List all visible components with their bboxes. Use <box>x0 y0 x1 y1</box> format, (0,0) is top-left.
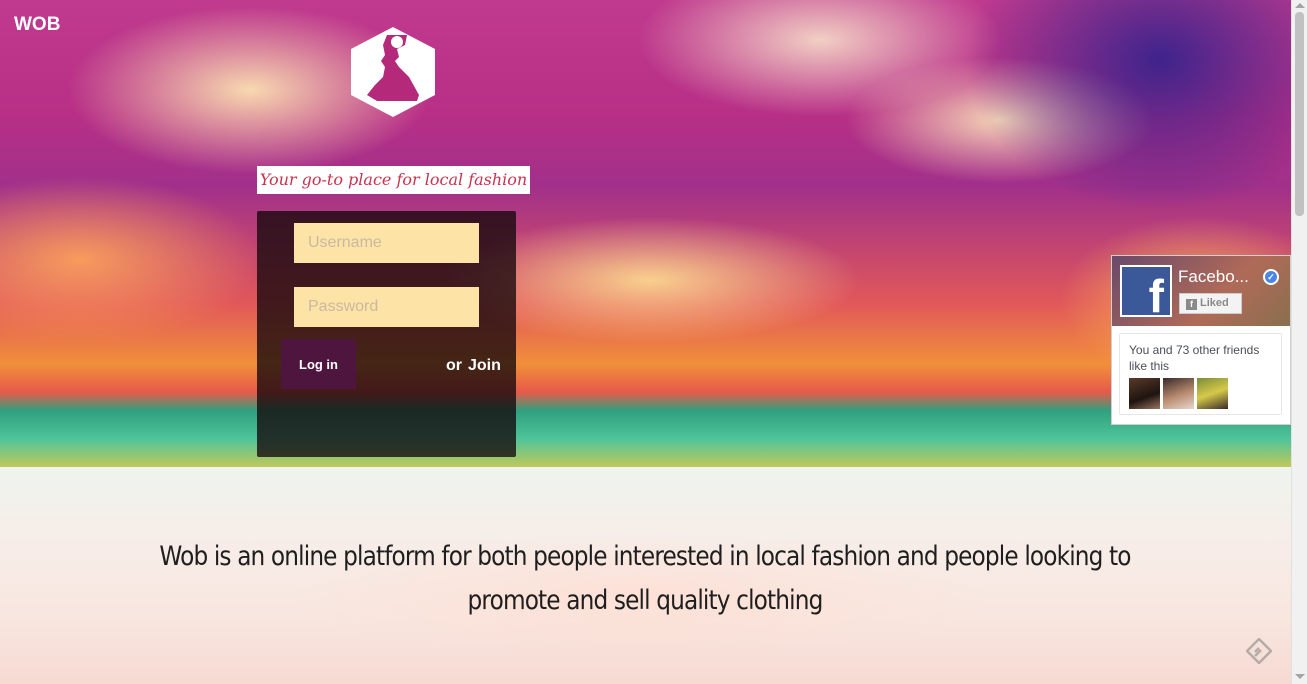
scrollbar-thumb[interactable] <box>1295 12 1304 216</box>
facebook-friend-avatars <box>1129 378 1231 414</box>
facebook-liked-label: Liked <box>1200 297 1229 309</box>
facebook-like-widget: f Facebo... ✓ f Liked You and 73 other fr… <box>1111 255 1291 425</box>
username-input[interactable] <box>294 223 479 263</box>
tagline: Your go-to place for local fashion <box>257 166 530 194</box>
or-join: or Join <box>446 357 501 375</box>
or-label: or <box>446 357 462 374</box>
facebook-friends-box: You and 73 other friends like this <box>1119 333 1282 415</box>
brand-name[interactable]: WOB <box>14 14 60 36</box>
vertical-scrollbar[interactable] <box>1291 0 1307 684</box>
facebook-friends-text: You and 73 other friends like this <box>1129 343 1260 373</box>
wob-logo-icon[interactable] <box>347 25 439 119</box>
thumbs-up-icon: f <box>1186 299 1197 310</box>
avatar[interactable] <box>1163 378 1194 409</box>
password-input[interactable] <box>294 287 479 327</box>
facebook-logo-icon[interactable]: f <box>1120 265 1172 317</box>
scroll-down-icon[interactable] <box>1295 674 1305 679</box>
login-panel: Log in or Join <box>257 211 516 457</box>
scroll-up-icon[interactable] <box>1295 3 1305 8</box>
login-button[interactable]: Log in <box>281 339 356 389</box>
facebook-page-name[interactable]: Facebo... <box>1178 267 1260 287</box>
hero-banner <box>0 0 1291 467</box>
verified-badge-icon: ✓ <box>1263 269 1279 285</box>
avatar[interactable] <box>1129 378 1160 409</box>
platform-description: Wob is an online platform for both peopl… <box>159 541 1131 616</box>
avatar[interactable] <box>1197 378 1228 409</box>
facebook-liked-button[interactable]: f Liked <box>1179 293 1242 314</box>
feedly-icon[interactable] <box>1246 638 1272 664</box>
join-link[interactable]: Join <box>468 357 501 374</box>
